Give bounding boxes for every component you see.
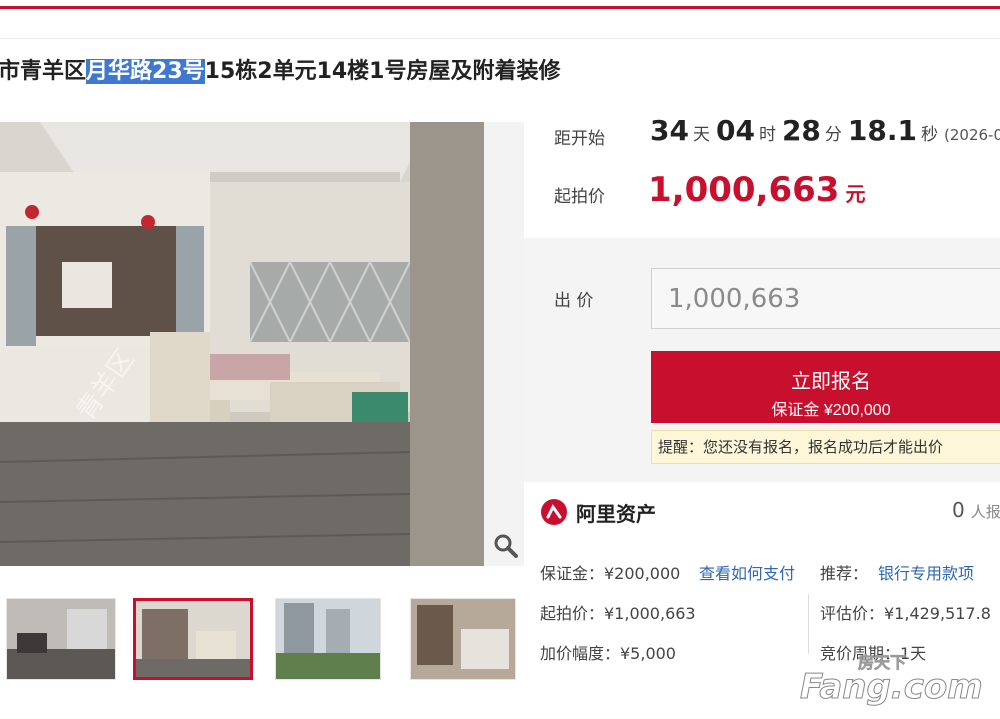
top-accent-line bbox=[0, 6, 1000, 9]
start-price: 1,000,663 元 bbox=[648, 170, 865, 210]
signup-notice: 提醒：您还没有报名，报名成功后才能出价 bbox=[651, 430, 1000, 464]
page-title: 市青羊区月华路23号15栋2单元14楼1号房屋及附着装修 bbox=[0, 56, 561, 88]
countdown-timer: 34 天 04 时 28 分 18.1 秒 (2026-0 bbox=[650, 114, 1000, 147]
signup-button-label: 立即报名 bbox=[791, 370, 871, 393]
bid-label: 出 价 bbox=[554, 291, 594, 311]
bid-amount-input[interactable] bbox=[651, 268, 1000, 329]
ali-assets-logo-icon bbox=[541, 499, 567, 525]
countdown-label: 距开始 bbox=[554, 129, 605, 149]
recommend-label: 推荐： bbox=[820, 564, 869, 583]
thumbnail-building-exterior[interactable] bbox=[275, 598, 381, 680]
watermark-en-text: Fang.com bbox=[800, 667, 983, 706]
appraisal-price-detail: 评估价：¥1,429,517.8 bbox=[820, 604, 991, 623]
countdown-seconds-unit: 秒 bbox=[921, 125, 938, 145]
countdown-minutes-unit: 分 bbox=[824, 125, 842, 145]
thumbnail-strip bbox=[0, 598, 524, 680]
platform-name: 阿里资产 bbox=[576, 502, 656, 526]
thumbnail-bedroom[interactable] bbox=[410, 598, 516, 680]
signup-count: 0 人报 bbox=[952, 498, 1000, 522]
countdown-date: (2026-0 bbox=[944, 126, 1000, 144]
deposit-detail: 保证金：¥200,000 bbox=[540, 564, 681, 583]
signup-count-number: 0 bbox=[952, 498, 965, 522]
main-property-photo[interactable]: 青羊区 bbox=[0, 122, 524, 566]
bid-panel: 出 价 立即报名 保证金 ¥200,000 提醒：您还没有报名，报名成功后才能出… bbox=[524, 238, 1000, 482]
thumbnail-dining-room[interactable] bbox=[133, 598, 253, 680]
signup-deposit-label: 保证金 ¥200,000 bbox=[771, 401, 891, 419]
title-suffix: 15栋2单元14楼1号房屋及附着装修 bbox=[204, 59, 561, 84]
countdown-minutes: 28 bbox=[781, 114, 821, 147]
how-to-pay-link[interactable]: 查看如何支付 bbox=[699, 560, 795, 584]
title-prefix: 市青羊区 bbox=[0, 59, 87, 84]
start-price-value: 1,000,663 bbox=[648, 170, 840, 210]
signup-button[interactable]: 立即报名 保证金 ¥200,000 bbox=[651, 351, 1000, 423]
thumbnail-kitchen[interactable] bbox=[6, 598, 116, 680]
header-divider bbox=[0, 38, 1000, 39]
start-price-unit: 元 bbox=[845, 182, 866, 206]
countdown-hours-unit: 时 bbox=[758, 125, 776, 145]
signup-count-suffix: 人报 bbox=[970, 503, 1000, 521]
detail-separator bbox=[808, 594, 809, 654]
start-price-label: 起拍价 bbox=[554, 187, 605, 207]
bank-payment-link[interactable]: 银行专用款项 bbox=[878, 560, 974, 584]
increment-detail: 加价幅度：¥5,000 bbox=[540, 644, 676, 663]
title-highlight: 月华路23号 bbox=[86, 59, 205, 84]
fang-watermark-logo: 房天下 Fang.com bbox=[800, 653, 983, 706]
start-price-detail: 起拍价：¥1,000,663 bbox=[540, 604, 696, 623]
countdown-seconds: 18.1 bbox=[847, 114, 917, 147]
zoom-icon[interactable] bbox=[492, 532, 520, 560]
countdown-hours: 04 bbox=[715, 114, 755, 147]
countdown-days-unit: 天 bbox=[692, 125, 710, 145]
countdown-days: 34 bbox=[650, 114, 689, 147]
auction-info-panel: 距开始 34 天 04 时 28 分 18.1 秒 (2026-0 起拍价 1,000,663 元 bbox=[524, 100, 1000, 238]
